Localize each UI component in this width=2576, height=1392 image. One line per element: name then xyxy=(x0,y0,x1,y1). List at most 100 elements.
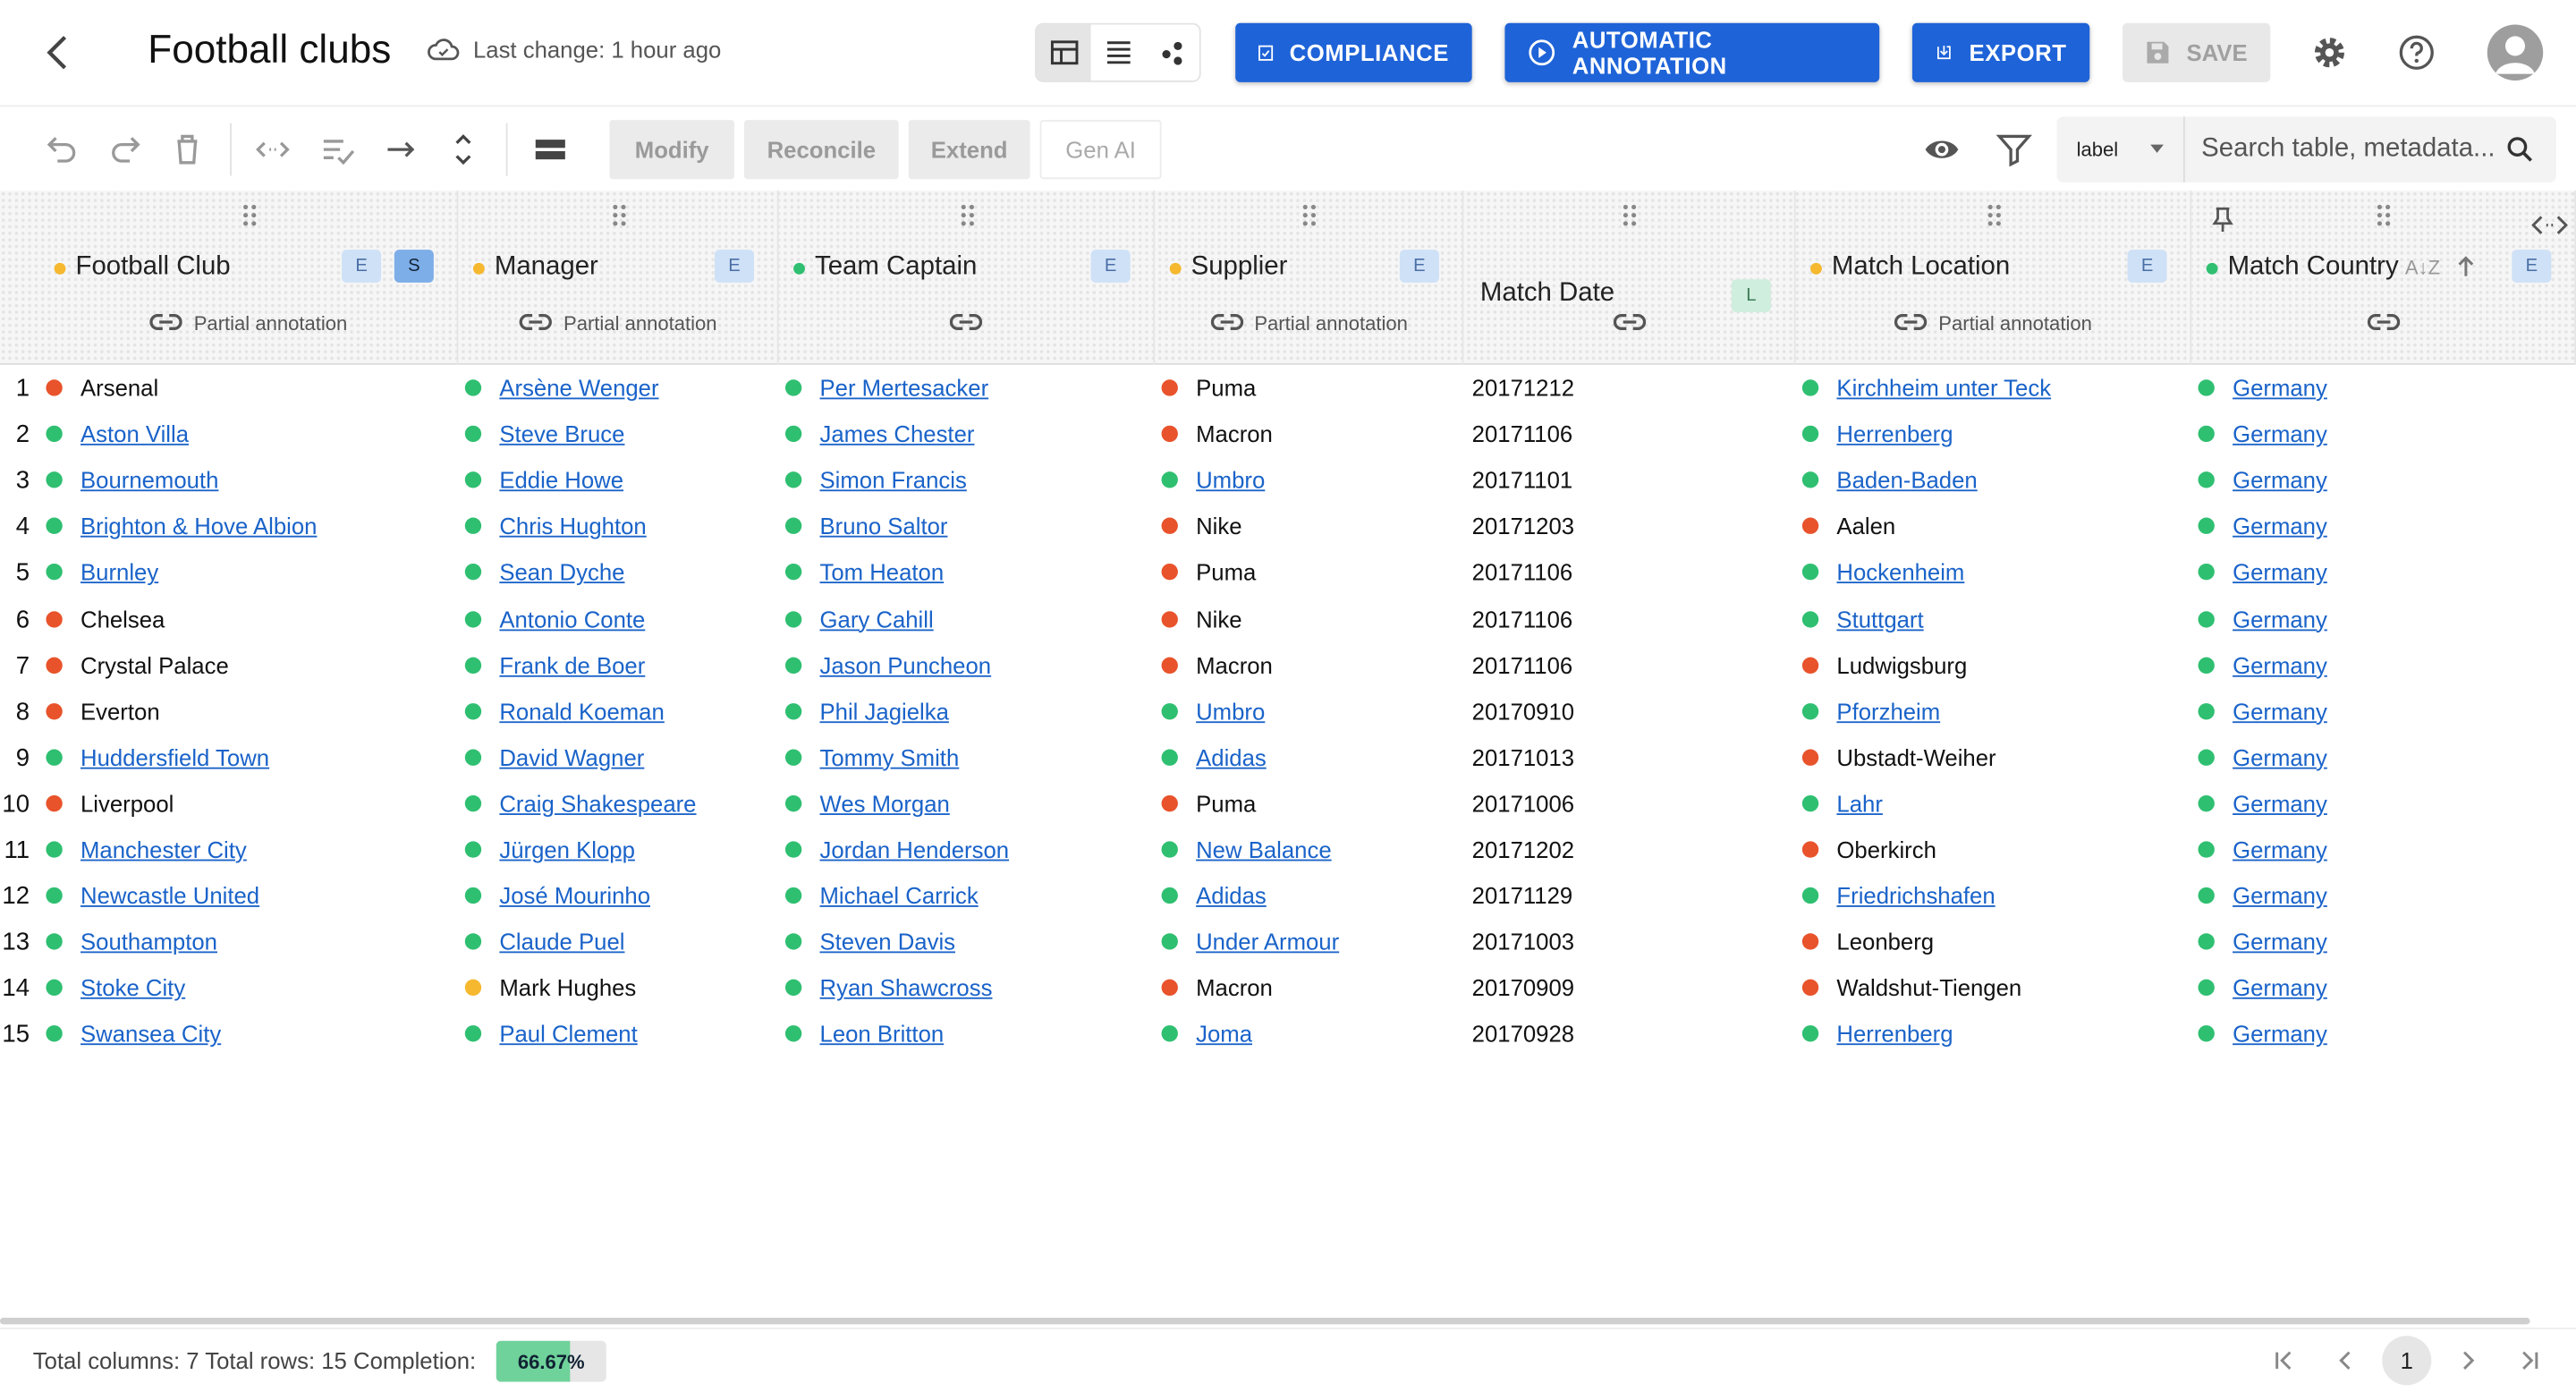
annotation-status[interactable] xyxy=(1612,312,1646,335)
column-label[interactable]: Team Captain xyxy=(793,253,977,283)
table-cell[interactable]: Craig Shakespeare xyxy=(464,790,697,817)
automatic-annotation-button[interactable]: AUTOMATIC ANNOTATION xyxy=(1504,22,1880,82)
table-cell[interactable]: 20171212 xyxy=(1472,375,1574,401)
drag-handle-icon[interactable] xyxy=(1301,204,1318,227)
drag-handle-icon[interactable] xyxy=(241,204,257,227)
table-row[interactable]: 14 Stoke City Mark Hughes Ryan Shawcross Mac… xyxy=(0,965,2576,1011)
entity-link[interactable]: Michael Carrick xyxy=(820,882,979,908)
table-cell[interactable]: 20171129 xyxy=(1472,882,1572,908)
entity-link[interactable]: Steve Bruce xyxy=(499,420,624,446)
table-cell[interactable]: Claude Puel xyxy=(464,929,624,955)
entity-link[interactable]: Herrenberg xyxy=(1836,420,1953,446)
type-tag[interactable]: S xyxy=(394,250,434,283)
entity-link[interactable]: David Wagner xyxy=(499,744,644,770)
drag-handle-icon[interactable] xyxy=(610,204,626,227)
table-view-icon[interactable] xyxy=(1036,24,1091,81)
entity-link[interactable]: Adidas xyxy=(1196,744,1267,770)
table-cell[interactable]: Jordan Henderson xyxy=(784,836,1009,862)
table-cell[interactable]: Ubstadt-Weiher xyxy=(1801,744,1996,770)
arrow-right-icon[interactable] xyxy=(381,130,420,169)
table-cell[interactable]: Bruno Saltor xyxy=(784,514,947,539)
entity-link[interactable]: Umbro xyxy=(1196,698,1265,724)
entity-link[interactable]: Umbro xyxy=(1196,467,1265,493)
table-cell[interactable]: Adidas xyxy=(1161,744,1267,770)
type-tag[interactable]: E xyxy=(1399,250,1439,283)
entity-link[interactable]: Aston Villa xyxy=(80,420,189,446)
table-cell[interactable]: Ronald Koeman xyxy=(464,698,665,724)
last-page-icon[interactable] xyxy=(2512,1343,2547,1379)
table-cell[interactable]: Germany xyxy=(2198,744,2327,770)
entity-link[interactable]: Joma xyxy=(1196,1021,1252,1047)
type-tag[interactable]: E xyxy=(2127,250,2167,283)
table-cell[interactable]: Jürgen Klopp xyxy=(464,836,635,862)
expand-horizontal-icon[interactable] xyxy=(2531,214,2569,237)
table-cell[interactable]: Phil Jagielka xyxy=(784,698,949,724)
annotation-status[interactable] xyxy=(2367,312,2400,335)
column-label[interactable]: Match Date xyxy=(1480,279,1614,309)
table-cell[interactable]: Germany xyxy=(2198,882,2327,909)
table-cell[interactable]: Jason Puncheon xyxy=(784,651,991,678)
table-cell[interactable]: Germany xyxy=(2198,559,2327,586)
annotation-status[interactable]: Partial annotation xyxy=(1894,312,2092,335)
entity-link[interactable]: José Mourinho xyxy=(499,882,650,908)
table-cell[interactable]: Lahr xyxy=(1801,790,1883,817)
column-label[interactable]: Manager xyxy=(472,253,598,283)
table-cell[interactable]: Ludwigsburg xyxy=(1801,651,1967,678)
undo-icon[interactable] xyxy=(43,130,82,169)
entity-link[interactable]: Germany xyxy=(2233,1021,2327,1047)
table-row[interactable]: 15 Swansea City Paul Clement Leon Britton Jo… xyxy=(0,1011,2576,1057)
table-cell[interactable]: Leonberg xyxy=(1801,929,1934,955)
table-cell[interactable]: Aalen xyxy=(1801,514,1895,539)
entity-link[interactable]: Germany xyxy=(2233,467,2327,493)
entity-link[interactable]: Pforzheim xyxy=(1836,698,1940,724)
table-row[interactable]: 13 Southampton Claude Puel Steven Davis Unde… xyxy=(0,919,2576,964)
table-cell[interactable]: New Balance xyxy=(1161,836,1332,862)
table-cell[interactable]: Arsène Wenger xyxy=(464,375,659,401)
table-cell[interactable]: 20171106 xyxy=(1472,559,1572,585)
annotation-status[interactable]: Partial annotation xyxy=(1209,312,1408,335)
entity-link[interactable]: Ryan Shawcross xyxy=(820,975,993,1001)
entity-link[interactable]: Germany xyxy=(2233,559,2327,585)
table-cell[interactable]: 20171101 xyxy=(1472,467,1572,493)
table-cell[interactable]: 20170928 xyxy=(1472,1021,1574,1047)
table-cell[interactable]: Burnley xyxy=(46,559,158,586)
table-cell[interactable]: Friedrichshafen xyxy=(1801,882,1996,909)
search-type-select[interactable]: label xyxy=(2057,116,2185,182)
redo-icon[interactable] xyxy=(106,130,145,169)
next-page-icon[interactable] xyxy=(2450,1343,2486,1379)
table-row[interactable]: 2 Aston Villa Steve Bruce James Chester Macr… xyxy=(0,411,2576,456)
table-cell[interactable]: David Wagner xyxy=(464,744,644,770)
entity-link[interactable]: Kirchheim unter Teck xyxy=(1836,375,2051,401)
type-tag[interactable]: L xyxy=(1731,279,1771,312)
table-cell[interactable]: Aston Villa xyxy=(46,420,189,447)
table-cell[interactable]: Bournemouth xyxy=(46,467,218,493)
modify-button[interactable]: Modify xyxy=(609,120,735,180)
entity-link[interactable]: Wes Morgan xyxy=(820,790,950,816)
entity-link[interactable]: Herrenberg xyxy=(1836,1021,1953,1047)
table-cell[interactable]: Nike xyxy=(1161,606,1242,632)
save-button[interactable]: SAVE xyxy=(2123,22,2271,82)
prev-page-icon[interactable] xyxy=(2328,1343,2364,1379)
table-cell[interactable]: Per Mertesacker xyxy=(784,375,988,401)
table-cell[interactable]: Simon Francis xyxy=(784,467,967,493)
entity-link[interactable]: Germany xyxy=(2233,882,2327,908)
table-cell[interactable]: Germany xyxy=(2198,420,2327,447)
table-row[interactable]: 8 Everton Ronald Koeman Phil Jagielka Umbro 2… xyxy=(0,688,2576,734)
entity-link[interactable]: Germany xyxy=(2233,790,2327,816)
sort-az-icon[interactable]: A↓Z xyxy=(2405,257,2440,280)
table-row[interactable]: 11 Manchester City Jürgen Klopp Jordan Hend… xyxy=(0,827,2576,872)
first-page-icon[interactable] xyxy=(2266,1343,2301,1379)
type-tag[interactable]: E xyxy=(714,250,755,283)
table-row[interactable]: 5 Burnley Sean Dyche Tom Heaton Puma 20171106… xyxy=(0,549,2576,595)
table-cell[interactable]: Wes Morgan xyxy=(784,790,950,817)
entity-link[interactable]: Sean Dyche xyxy=(499,559,624,585)
search-icon[interactable] xyxy=(2504,133,2537,166)
table-row[interactable]: 9 Huddersfield Town David Wagner Tommy Smit… xyxy=(0,734,2576,780)
entity-link[interactable]: Germany xyxy=(2233,420,2327,446)
entity-link[interactable]: Friedrichshafen xyxy=(1836,882,1995,908)
table-cell[interactable]: Huddersfield Town xyxy=(46,744,269,770)
entity-link[interactable]: Adidas xyxy=(1196,882,1267,908)
table-cell[interactable]: 20171106 xyxy=(1472,420,1572,446)
table-cell[interactable]: Stuttgart xyxy=(1801,606,1924,632)
table-cell[interactable]: Germany xyxy=(2198,514,2327,539)
